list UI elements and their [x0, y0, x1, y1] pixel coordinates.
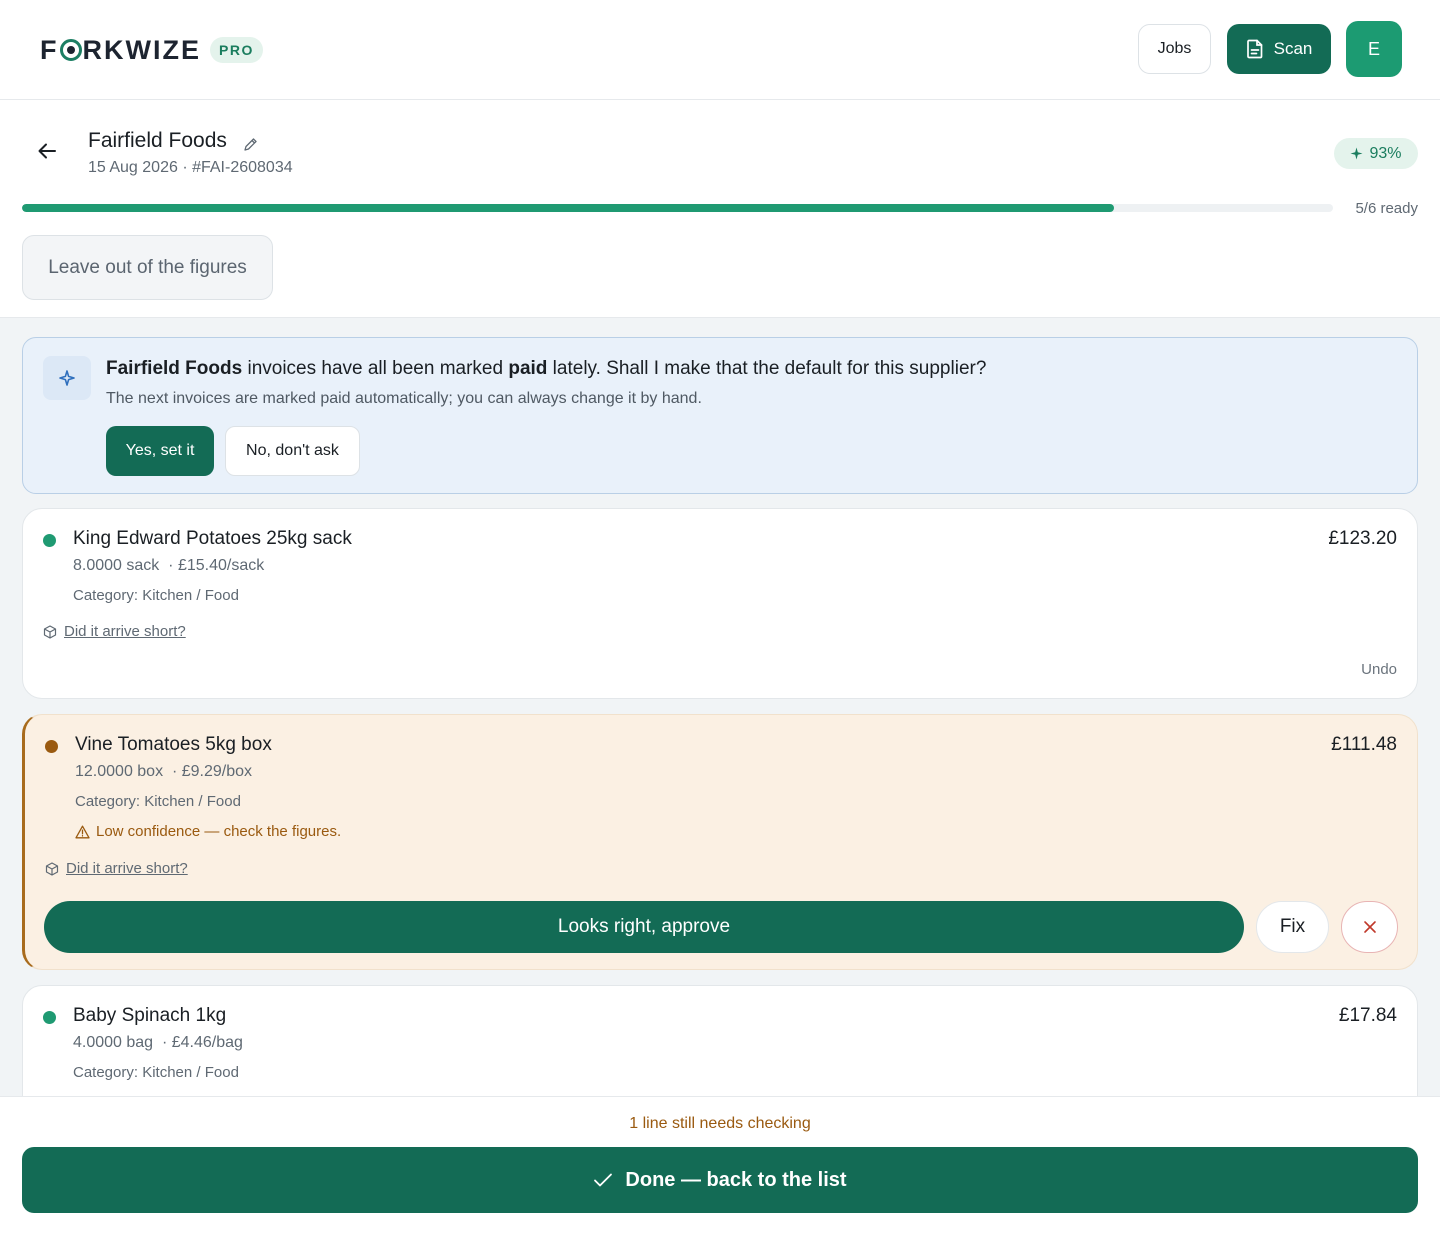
done-button[interactable]: Done — back to the list: [22, 1147, 1418, 1213]
logo[interactable]: F RKWIZE: [40, 34, 201, 66]
footer-bar: 1 line still needs checking Done — back …: [0, 1096, 1440, 1234]
line-item-card: King Edward Potatoes 25kg sack £123.20 8…: [22, 508, 1418, 699]
done-button-label: Done — back to the list: [625, 1168, 847, 1191]
scan-button-label: Scan: [1273, 39, 1313, 58]
reject-button[interactable]: [1341, 901, 1398, 953]
status-dot: [43, 1011, 56, 1024]
suggestion-text-a: invoices have all been marked: [242, 358, 509, 379]
leave-out-button[interactable]: Leave out of the figures: [22, 235, 273, 300]
logo-text-start: F: [40, 34, 59, 65]
line-item-qty-value: 4.0000 bag: [73, 1034, 154, 1051]
line-item-category: Category: Kitchen / Food: [73, 1064, 239, 1081]
line-item-name: King Edward Potatoes 25kg sack: [73, 528, 352, 549]
line-item-name: Baby Spinach 1kg: [73, 1005, 227, 1026]
low-confidence-warning: Low confidence — check the figures.: [75, 823, 341, 840]
ready-progress-bar: [22, 204, 1333, 212]
accept-default-button[interactable]: Yes, set it: [106, 426, 214, 476]
sparkle-icon: [59, 370, 75, 386]
ready-count: 5/6 ready: [1355, 200, 1418, 217]
logo-text-end: RKWIZE: [82, 34, 201, 65]
suggestion-text-b: lately. Shall I make that the default fo…: [547, 358, 987, 379]
line-item-category: Category: Kitchen / Food: [73, 587, 239, 604]
jobs-button[interactable]: Jobs: [1138, 24, 1211, 74]
logo-o-ring-icon: [59, 39, 82, 61]
ready-progress-fill: [22, 204, 1115, 212]
line-item-quantity: 8.0000 sack · £15.40/sack: [73, 557, 264, 575]
warning-triangle-icon: [75, 825, 90, 838]
fix-button[interactable]: Fix: [1256, 901, 1329, 953]
line-item-price: £17.84: [1338, 1005, 1397, 1026]
arrive-short-link[interactable]: Did it arrive short?: [45, 860, 188, 877]
avatar[interactable]: E: [1346, 21, 1402, 77]
pencil-icon[interactable]: [243, 137, 258, 152]
line-item-quantity: 12.0000 box · £9.29/box: [75, 763, 252, 781]
line-item-price: £123.20: [1328, 528, 1397, 549]
line-item-unit-price: · £4.46/bag: [161, 1034, 243, 1051]
decline-default-button[interactable]: No, don't ask: [225, 426, 360, 476]
supplier-name: Fairfield Foods: [88, 129, 227, 152]
line-item-unit-price: · £9.29/box: [171, 763, 253, 780]
line-item-price: £111.48: [1331, 734, 1397, 755]
suggestion-status: paid: [508, 358, 548, 379]
suggestion-icon-box: [43, 356, 91, 400]
close-icon: [1363, 921, 1376, 933]
scan-button[interactable]: Scan: [1227, 24, 1331, 74]
check-icon: [594, 1173, 613, 1187]
suggestion-subtitle: The next invoices are marked paid automa…: [106, 390, 702, 407]
document-icon: [1246, 39, 1262, 59]
back-arrow-icon[interactable]: [36, 140, 58, 162]
line-item-category: Category: Kitchen / Food: [75, 793, 241, 810]
arrive-short-link[interactable]: Did it arrive short?: [43, 623, 186, 640]
arrive-short-label: Did it arrive short?: [66, 860, 188, 877]
approve-button[interactable]: Looks right, approve: [44, 901, 1244, 953]
sparkle-icon: [1350, 147, 1363, 160]
line-item-quantity: 4.0000 bag · £4.46/bag: [73, 1034, 243, 1052]
top-bar: F RKWIZE PRO Jobs Scan E: [0, 0, 1440, 100]
warning-label: Low confidence — check the figures.: [96, 823, 342, 840]
box-icon: [43, 624, 57, 639]
line-item-card-warning: Vine Tomatoes 5kg box £111.48 12.0000 bo…: [22, 714, 1418, 970]
invoice-meta: 15 Aug 2026 · #FAI-2608034: [88, 159, 293, 176]
confidence-value: 93%: [1369, 144, 1402, 162]
confidence-badge: 93%: [1334, 138, 1418, 169]
line-item-qty-value: 8.0000 sack: [73, 557, 160, 574]
lines-remaining-note: 1 line still needs checking: [629, 1115, 811, 1132]
line-item-name: Vine Tomatoes 5kg box: [75, 734, 272, 755]
line-item-qty-value: 12.0000 box: [75, 763, 164, 780]
undo-button[interactable]: Undo: [1361, 661, 1397, 678]
status-dot: [43, 534, 56, 547]
box-icon: [45, 861, 59, 876]
plan-badge: PRO: [210, 37, 263, 63]
arrive-short-label: Did it arrive short?: [64, 623, 186, 640]
suggestion-title: Fairfield Foods invoices have all been m…: [106, 358, 986, 380]
line-item-unit-price: · £15.40/sack: [168, 557, 265, 574]
status-dot: [45, 740, 58, 753]
suggestion-supplier: Fairfield Foods: [106, 358, 243, 379]
default-suggestion-card: Fairfield Foods invoices have all been m…: [22, 337, 1418, 494]
